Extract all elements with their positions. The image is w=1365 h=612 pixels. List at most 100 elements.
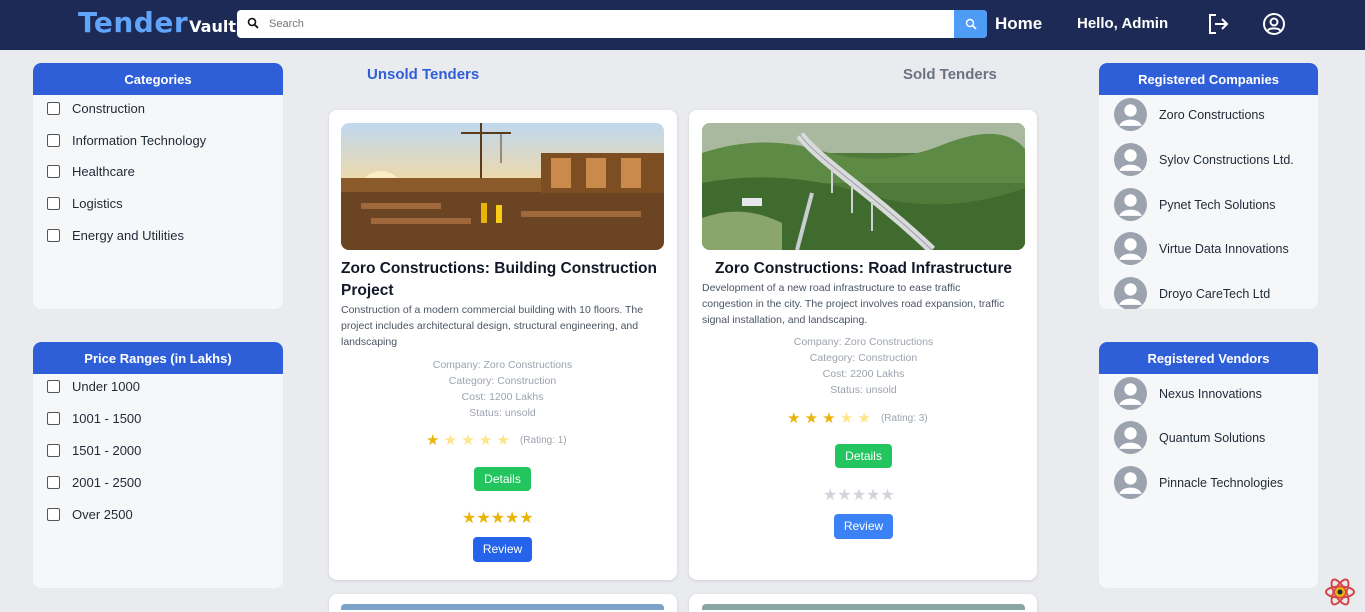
company-item[interactable]: Sylov Constructions Ltd. [1114, 143, 1294, 176]
details-button[interactable]: Details [835, 444, 892, 468]
company-name: Virtue Data Innovations [1159, 241, 1289, 256]
user-profile-icon[interactable] [1262, 12, 1286, 36]
logout-icon[interactable] [1206, 12, 1230, 36]
tender-meta: Company: Zoro Constructions Category: Co… [702, 334, 1025, 398]
checkbox[interactable] [47, 476, 60, 489]
star-icon: ★ [439, 432, 458, 449]
star-icon: ★ [818, 410, 836, 427]
checkbox[interactable] [47, 444, 60, 457]
tender-rating: ★ ★ ★ ★ ★ (Rating: 1) [426, 431, 567, 449]
star-icon[interactable]: ★ [823, 485, 837, 505]
tender-company: Company: Zoro Constructions [793, 336, 934, 348]
checkbox[interactable] [47, 165, 60, 178]
nav-home-link[interactable]: Home [995, 14, 1042, 34]
company-item[interactable]: Virtue Data Innovations [1114, 232, 1289, 265]
category-label: Logistics [72, 196, 123, 211]
search-icon [965, 18, 977, 30]
price-label: 1501 - 2000 [72, 443, 142, 458]
star-icon: ★ [835, 410, 854, 427]
category-checkbox-healthcare[interactable]: Healthcare [47, 164, 135, 179]
star-icon[interactable]: ★ [462, 508, 476, 528]
checkbox[interactable] [47, 134, 60, 147]
tender-image-road [702, 123, 1025, 250]
registered-companies-title: Registered Companies [1099, 63, 1318, 95]
star-icon[interactable]: ★ [880, 485, 894, 505]
tender-title: Zoro Constructions: Building Constructio… [341, 260, 657, 299]
category-label: Energy and Utilities [72, 228, 184, 243]
price-label: 2001 - 2500 [72, 475, 142, 490]
star-icon[interactable]: ★ [837, 485, 851, 505]
tab-unsold-tenders[interactable]: Unsold Tenders [367, 66, 479, 83]
star-icon[interactable]: ★ [476, 508, 490, 528]
checkbox[interactable] [47, 197, 60, 210]
rating-text: (Rating: 1) [519, 434, 567, 446]
checkbox[interactable] [47, 412, 60, 425]
checkbox[interactable] [47, 229, 60, 242]
star-icon: ★ [853, 410, 871, 427]
tender-rating: ★ ★ ★ ★ ★ (Rating: 3) [787, 409, 928, 427]
tender-cost: Cost: 2200 Lakhs [822, 368, 905, 380]
review-button[interactable]: Review [834, 514, 893, 539]
avatar-icon [1114, 143, 1147, 176]
review-star-picker[interactable]: ★ ★ ★ ★ ★ [823, 485, 895, 505]
price-checkbox-1501-2000[interactable]: 1501 - 2000 [47, 443, 141, 458]
checkbox[interactable] [47, 380, 60, 393]
brand-logo[interactable]: TenderVault [78, 6, 236, 39]
brand-name-small: Vault [189, 17, 236, 36]
category-label: Information Technology [72, 133, 207, 148]
vendor-item[interactable]: Nexus Innovations [1114, 377, 1262, 410]
tender-meta: Company: Zoro Constructions Category: Co… [341, 357, 664, 421]
categories-title: Categories [33, 63, 283, 95]
checkbox[interactable] [47, 102, 60, 115]
vendor-name: Quantum Solutions [1159, 430, 1266, 445]
category-checkbox-energy[interactable]: Energy and Utilities [47, 228, 184, 243]
star-icon: ★ [492, 432, 510, 449]
react-devtools-icon[interactable] [1323, 575, 1357, 609]
review-star-picker[interactable]: ★ ★ ★ ★ ★ [462, 508, 534, 528]
category-checkbox-construction[interactable]: Construction [47, 101, 145, 116]
company-item[interactable]: Droyo CareTech Ltd [1114, 277, 1270, 309]
details-button[interactable]: Details [474, 467, 531, 491]
star-icon: ★ [787, 410, 801, 427]
price-checkbox-under-1000[interactable]: Under 1000 [47, 379, 140, 394]
avatar-icon [1114, 98, 1147, 131]
tender-category: Category: Construction [809, 352, 918, 364]
tender-company: Company: Zoro Constructions [432, 359, 573, 371]
star-icon[interactable]: ★ [505, 508, 519, 528]
avatar-icon [1114, 232, 1147, 265]
company-item[interactable]: Pynet Tech Solutions [1114, 188, 1276, 221]
vendor-item[interactable]: Pinnacle Technologies [1114, 466, 1283, 499]
tender-description: Development of a new road infrastructure… [702, 282, 1005, 326]
search-button[interactable] [954, 10, 987, 38]
category-checkbox-information-technology[interactable]: Information Technology [47, 133, 206, 148]
company-item[interactable]: Zoro Constructions [1114, 98, 1265, 131]
price-checkbox-2001-2500[interactable]: 2001 - 2500 [47, 475, 141, 490]
tender-image-partial [341, 604, 664, 610]
avatar-icon [1114, 277, 1147, 309]
price-checkbox-over-2500[interactable]: Over 2500 [47, 507, 133, 522]
category-checkbox-logistics[interactable]: Logistics [47, 196, 123, 211]
vendor-item[interactable]: Quantum Solutions [1114, 421, 1265, 454]
tab-sold-tenders[interactable]: Sold Tenders [903, 66, 997, 83]
avatar-icon [1114, 421, 1147, 454]
tender-status: Status: unsold [830, 384, 897, 396]
review-button[interactable]: Review [473, 537, 532, 562]
checkbox[interactable] [47, 508, 60, 521]
price-checkbox-1001-1500[interactable]: 1001 - 1500 [47, 411, 141, 426]
star-icon: ★ [474, 432, 493, 449]
tender-title: Zoro Constructions: Road Infrastructure [714, 260, 1013, 277]
search-bar [237, 10, 987, 38]
tender-description: Construction of a modern commercial buil… [341, 304, 644, 348]
star-icon[interactable]: ★ [519, 508, 533, 528]
registered-vendors-panel: Registered Vendors Nexus Innovations Qua… [1099, 342, 1318, 588]
price-ranges-title: Price Ranges (in Lakhs) [33, 342, 283, 374]
tender-cost: Cost: 1200 Lakhs [461, 391, 544, 403]
tender-status: Status: unsold [469, 407, 536, 419]
star-icon[interactable]: ★ [852, 485, 866, 505]
top-navbar: TenderVault Home Hello, Admin [0, 0, 1365, 50]
star-icon[interactable]: ★ [866, 485, 880, 505]
star-icon[interactable]: ★ [491, 508, 505, 528]
tender-card-partial [329, 594, 677, 612]
avatar-icon [1114, 377, 1147, 410]
search-input[interactable] [269, 10, 949, 38]
